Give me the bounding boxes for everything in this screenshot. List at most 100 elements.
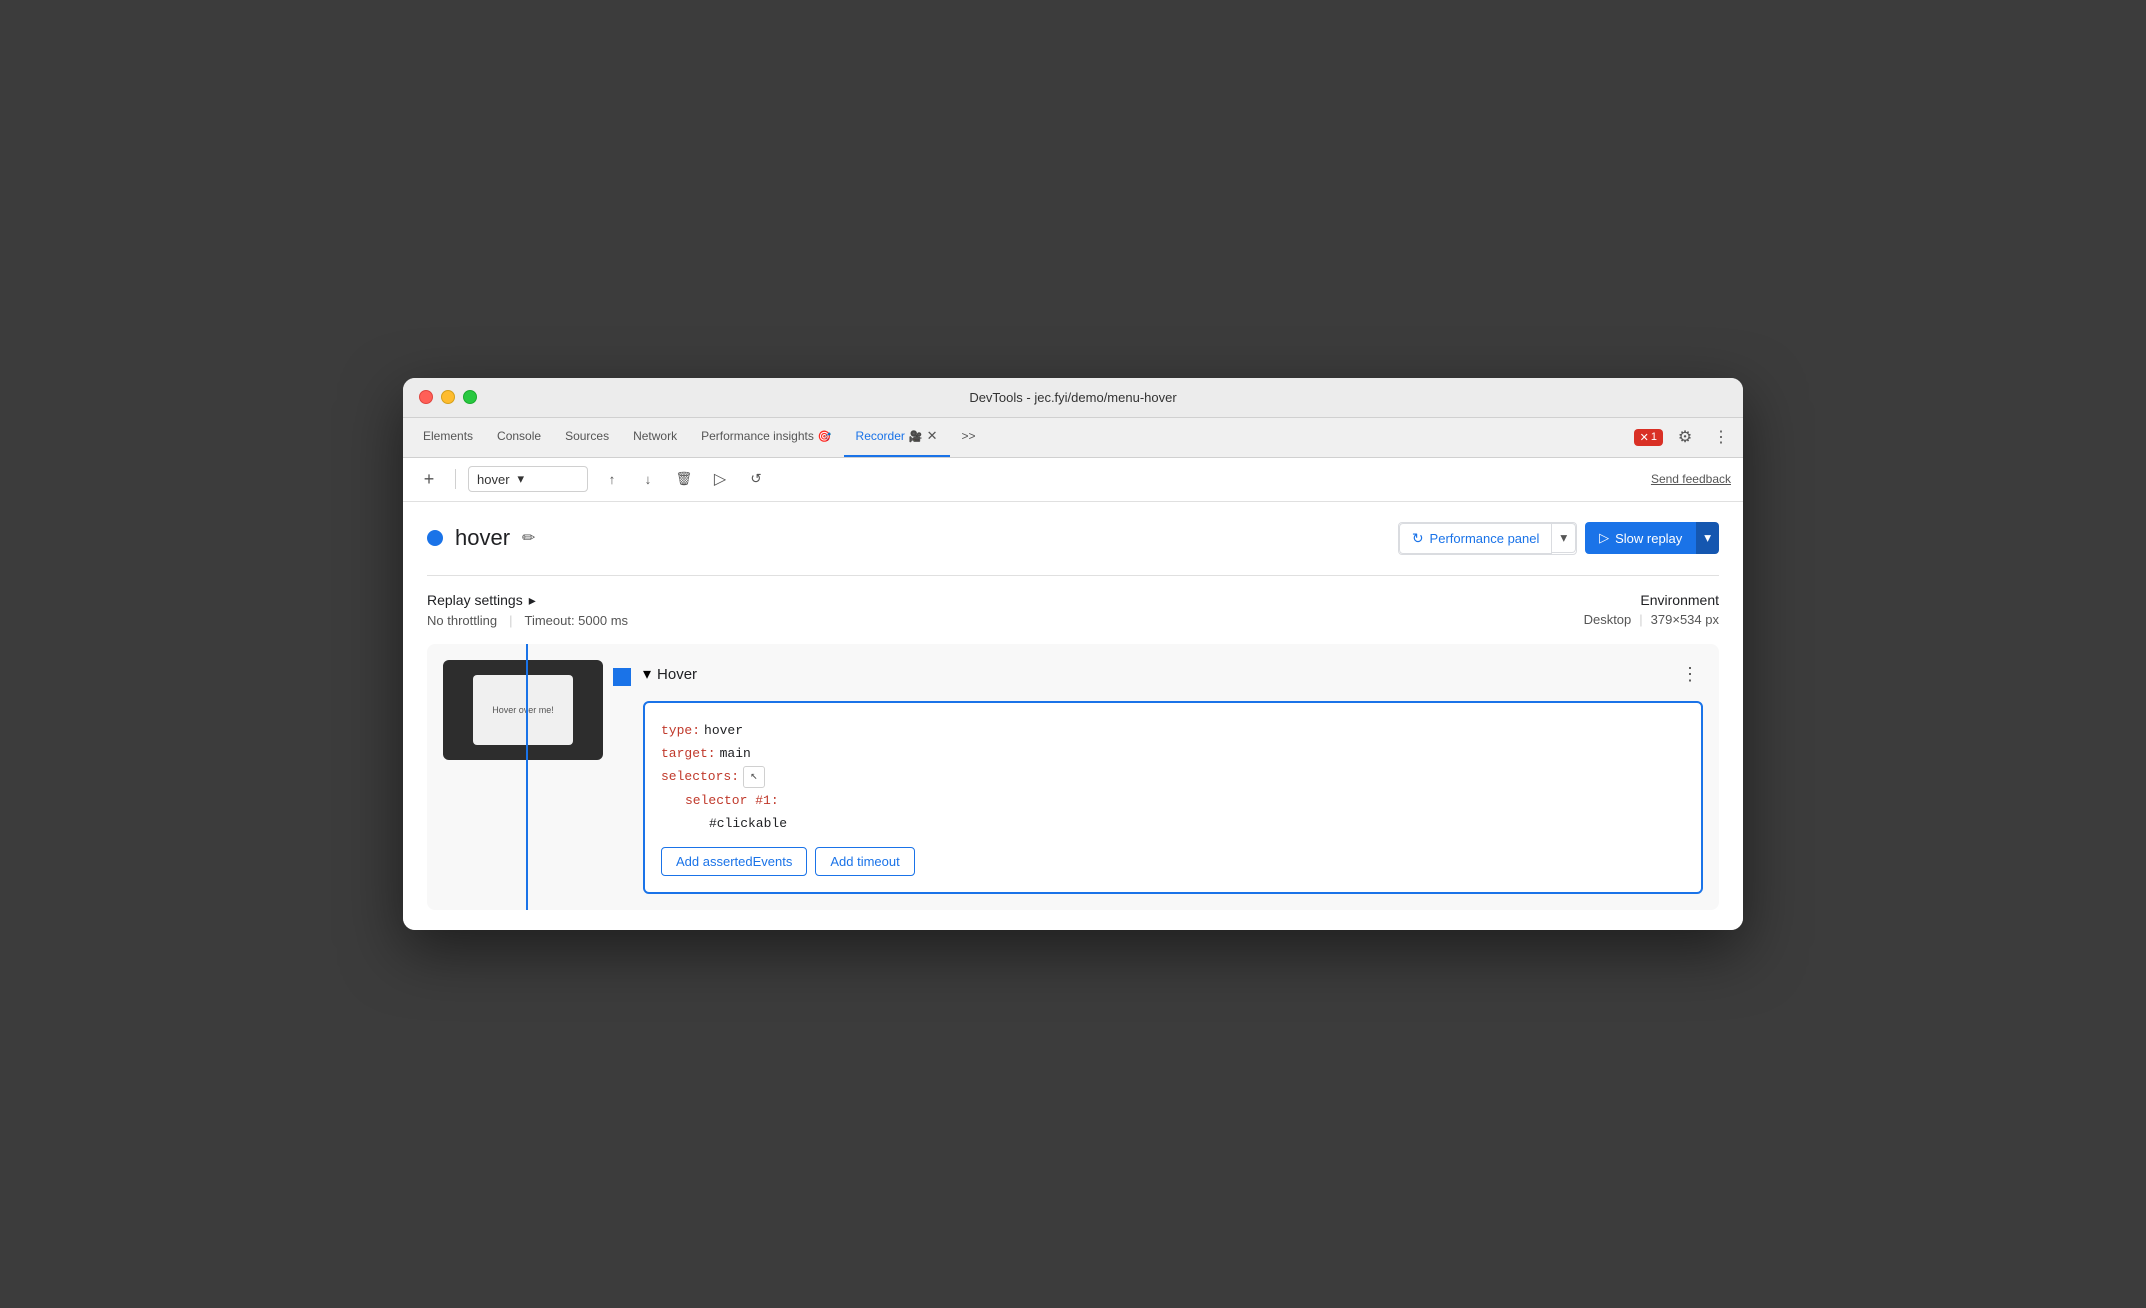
undo-button[interactable]: ↺: [740, 463, 772, 495]
tab-recorder[interactable]: Recorder 🎥 ✕: [844, 417, 950, 457]
slow-replay-button-group: ▷ Slow replay ▾: [1585, 522, 1719, 554]
code-line-selector1-val: #clickable: [709, 812, 1685, 835]
target-key: target:: [661, 742, 716, 765]
step-collapse-icon[interactable]: ▾: [643, 664, 651, 684]
import-button[interactable]: ↓: [632, 463, 664, 495]
selector-picker-icon[interactable]: ↖: [743, 766, 765, 788]
environment-meta: Desktop | 379×534 px: [1584, 612, 1719, 627]
throttling-label: No throttling: [427, 613, 509, 628]
devtools-window: DevTools - jec.fyi/demo/menu-hover Eleme…: [403, 378, 1743, 931]
selectors-key: selectors:: [661, 765, 739, 788]
tab-overflow[interactable]: >>: [950, 417, 988, 457]
resolution-label: 379×534 px: [1651, 612, 1719, 627]
maximize-button[interactable]: [463, 390, 477, 404]
step-main: ▾ Hover ⋮ type: hover target: main selec…: [627, 644, 1719, 911]
add-recording-button[interactable]: +: [415, 465, 443, 493]
selector1-key: selector #1:: [685, 789, 779, 812]
code-line-selectors: selectors: ↖: [661, 765, 1685, 788]
steps-container: Hover over me! ▾ Hover ⋮: [427, 644, 1719, 911]
replay-icon: ▷: [714, 469, 726, 489]
import-icon: ↓: [645, 472, 652, 487]
settings-right: Environment Desktop | 379×534 px: [1584, 592, 1719, 627]
recording-dot: [427, 530, 443, 546]
action-buttons: Add assertedEvents Add timeout: [661, 847, 1685, 876]
code-line-type: type: hover: [661, 719, 1685, 742]
selector1-val: #clickable: [709, 812, 787, 835]
settings-left: Replay settings ▸ No throttling | Timeou…: [427, 592, 1584, 628]
performance-panel-dropdown[interactable]: ▾: [1552, 523, 1576, 553]
step-preview-text: Hover over me!: [492, 705, 554, 715]
timeout-label: Timeout: 5000 ms: [524, 613, 640, 628]
minimize-button[interactable]: [441, 390, 455, 404]
undo-icon: ↺: [750, 471, 761, 487]
gear-icon: ⚙: [1678, 427, 1692, 447]
export-button[interactable]: ↑: [596, 463, 628, 495]
recording-name: hover: [455, 525, 510, 551]
tab-close-icon[interactable]: ✕: [927, 428, 938, 444]
settings-button[interactable]: ⚙: [1671, 423, 1699, 451]
delete-button[interactable]: 🗑: [668, 463, 700, 495]
desktop-label: Desktop: [1584, 612, 1632, 627]
settings-section: Replay settings ▸ No throttling | Timeou…: [427, 592, 1719, 628]
dropdown-icon: ▾: [518, 471, 525, 487]
more-icon: ⋮: [1713, 427, 1729, 447]
more-button[interactable]: ⋮: [1707, 423, 1735, 451]
traffic-lights: [419, 390, 477, 404]
perf-panel-button-group: ↻ Performance panel ▾: [1398, 522, 1577, 555]
recording-selector[interactable]: hover ▾: [468, 466, 588, 492]
type-key: type:: [661, 719, 700, 742]
code-line-target: target: main: [661, 742, 1685, 765]
toolbar-actions: ↑ ↓ 🗑 ▷ ↺: [596, 463, 772, 495]
perf-panel-icon: ↻: [1412, 530, 1424, 547]
tab-performance-insights[interactable]: Performance insights 🎯: [689, 417, 843, 457]
step-preview: Hover over me!: [443, 660, 603, 760]
toolbar-divider: [455, 469, 456, 489]
step-preview-inner: Hover over me!: [473, 675, 573, 745]
settings-chevron-icon: ▸: [529, 592, 536, 609]
settings-meta: No throttling | Timeout: 5000 ms: [427, 613, 1584, 628]
main-content: hover ✏ ↻ Performance panel ▾ ▷ Slow rep…: [403, 502, 1743, 931]
tab-console[interactable]: Console: [485, 417, 553, 457]
header-actions: ↻ Performance panel ▾ ▷ Slow replay ▾: [1398, 522, 1719, 555]
performance-insights-icon: 🎯: [818, 430, 832, 443]
recording-header: hover ✏ ↻ Performance panel ▾ ▷ Slow rep…: [427, 522, 1719, 555]
add-asserted-events-button[interactable]: Add assertedEvents: [661, 847, 807, 876]
tab-elements[interactable]: Elements: [411, 417, 485, 457]
step-title: Hover: [657, 666, 697, 683]
tab-sources[interactable]: Sources: [553, 417, 621, 457]
add-timeout-button[interactable]: Add timeout: [815, 847, 914, 876]
title-bar: DevTools - jec.fyi/demo/menu-hover: [403, 378, 1743, 418]
type-val: hover: [704, 719, 743, 742]
code-block: type: hover target: main selectors: ↖ se…: [643, 701, 1703, 895]
performance-panel-button[interactable]: ↻ Performance panel: [1399, 523, 1553, 554]
toolbar-left: + hover ▾ ↑ ↓ 🗑 ▷: [415, 463, 1651, 495]
export-icon: ↑: [609, 472, 616, 487]
recorder-toolbar: + hover ▾ ↑ ↓ 🗑 ▷: [403, 458, 1743, 502]
edit-name-icon[interactable]: ✏: [522, 528, 535, 548]
delete-icon: 🗑: [676, 471, 693, 487]
send-feedback-link[interactable]: Send feedback: [1651, 472, 1731, 486]
code-line-selector1: selector #1:: [685, 789, 1685, 812]
step-menu-button[interactable]: ⋮: [1677, 660, 1703, 689]
recorder-icon: 🎥: [909, 430, 923, 443]
slow-replay-chevron-icon: ▾: [1704, 530, 1711, 545]
timeline-line: [526, 644, 528, 911]
error-x-icon: ✕: [1640, 431, 1649, 444]
tab-network[interactable]: Network: [621, 417, 689, 457]
step-sidebar: Hover over me!: [427, 644, 627, 911]
close-button[interactable]: [419, 390, 433, 404]
replay-button[interactable]: ▷: [704, 463, 736, 495]
slow-replay-play-icon: ▷: [1599, 530, 1609, 546]
slow-replay-dropdown[interactable]: ▾: [1696, 522, 1719, 554]
replay-settings-toggle[interactable]: Replay settings ▸: [427, 592, 1584, 609]
error-badge[interactable]: ✕ 1: [1634, 429, 1663, 446]
slow-replay-button[interactable]: ▷ Slow replay: [1585, 522, 1696, 554]
target-val: main: [720, 742, 751, 765]
environment-label: Environment: [1584, 592, 1719, 608]
step-header: ▾ Hover ⋮: [643, 660, 1703, 689]
chevron-down-icon: ▾: [1560, 530, 1567, 545]
window-title: DevTools - jec.fyi/demo/menu-hover: [969, 390, 1176, 405]
header-divider: [427, 575, 1719, 576]
step-dot: [613, 668, 631, 686]
tabs-bar: Elements Console Sources Network Perform…: [403, 418, 1743, 458]
